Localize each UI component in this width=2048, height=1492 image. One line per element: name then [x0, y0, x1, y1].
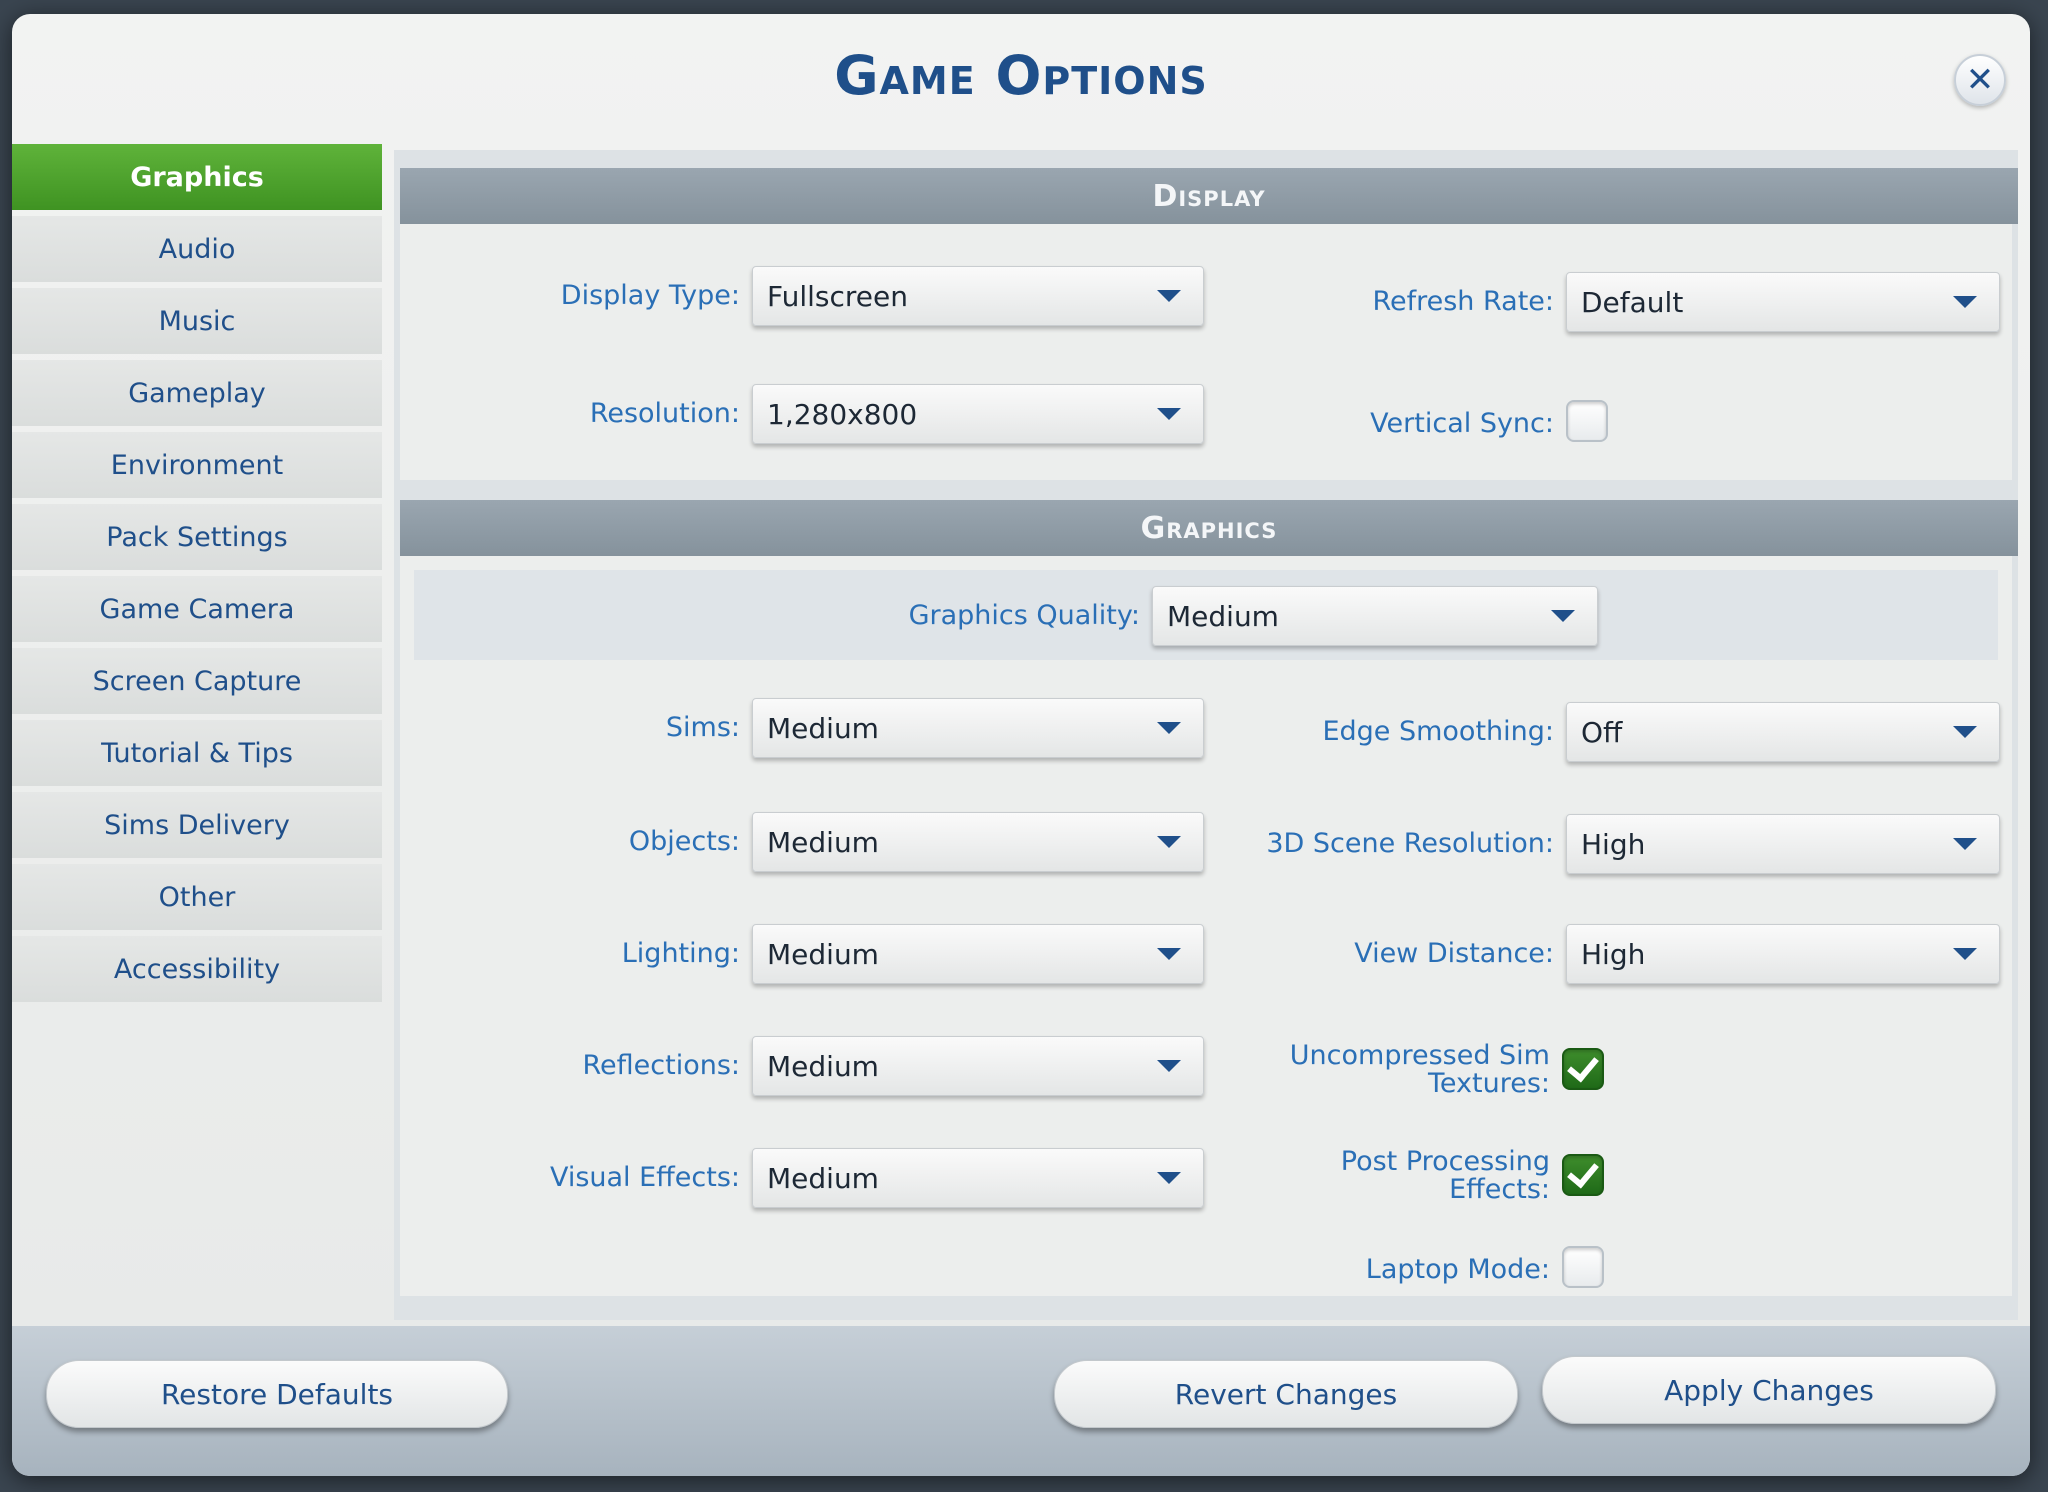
- objects-dropdown[interactable]: Medium: [752, 812, 1204, 872]
- edge-smoothing-value: Off: [1581, 715, 1623, 749]
- chevron-down-icon: [1551, 610, 1575, 622]
- refresh-rate-value: Default: [1581, 285, 1684, 319]
- objects-label: Objects:: [628, 826, 740, 857]
- sidebar-item-pack-settings[interactable]: Pack Settings: [12, 504, 382, 570]
- chevron-down-icon: [1953, 838, 1977, 850]
- checkmark-icon: [1567, 1155, 1599, 1189]
- graphics-quality-label: Graphics Quality:: [908, 600, 1140, 631]
- scene-resolution-value: High: [1581, 827, 1646, 861]
- display-panel: [400, 224, 2012, 480]
- visual-effects-label: Visual Effects:: [549, 1162, 740, 1193]
- visual-effects-dropdown[interactable]: Medium: [752, 1148, 1204, 1208]
- sidebar-item-music[interactable]: Music: [12, 288, 382, 354]
- chevron-down-icon: [1157, 1172, 1181, 1184]
- uncompressed-textures-checkbox[interactable]: [1562, 1048, 1604, 1090]
- objects-value: Medium: [767, 825, 879, 859]
- sidebar-item-other[interactable]: Other: [12, 864, 382, 930]
- sidebar-item-audio[interactable]: Audio: [12, 216, 382, 282]
- chevron-down-icon: [1157, 722, 1181, 734]
- sims-dropdown[interactable]: Medium: [752, 698, 1204, 758]
- lighting-dropdown[interactable]: Medium: [752, 924, 1204, 984]
- apply-changes-button[interactable]: Apply Changes: [1542, 1356, 1996, 1424]
- display-type-dropdown[interactable]: Fullscreen: [752, 266, 1204, 326]
- vertical-sync-checkbox[interactable]: [1566, 400, 1608, 442]
- display-type-label: Display Type:: [560, 280, 740, 311]
- options-sidebar: Graphics Audio Music Gameplay Environmen…: [12, 144, 382, 1008]
- view-distance-dropdown[interactable]: High: [1566, 924, 2000, 984]
- uncompressed-textures-label-line1: Uncompressed Sim: [1289, 1040, 1550, 1071]
- edge-smoothing-dropdown[interactable]: Off: [1566, 702, 2000, 762]
- lighting-value: Medium: [767, 937, 879, 971]
- sims-label: Sims:: [665, 712, 740, 743]
- reflections-value: Medium: [767, 1049, 879, 1083]
- sidebar-item-environment[interactable]: Environment: [12, 432, 382, 498]
- chevron-down-icon: [1953, 296, 1977, 308]
- post-processing-checkbox[interactable]: [1562, 1154, 1604, 1196]
- close-icon: ✕: [1965, 60, 1995, 100]
- sidebar-item-sims-delivery[interactable]: Sims Delivery: [12, 792, 382, 858]
- graphics-section-header: Graphics: [400, 500, 2018, 556]
- laptop-mode-checkbox[interactable]: [1562, 1246, 1604, 1288]
- uncompressed-textures-label-line2: Textures:: [1427, 1068, 1550, 1099]
- post-processing-label: Post Processing Effects:: [1194, 1148, 1550, 1204]
- chevron-down-icon: [1953, 948, 1977, 960]
- resolution-value: 1,280x800: [767, 397, 918, 431]
- chevron-down-icon: [1157, 408, 1181, 420]
- view-distance-label: View Distance:: [1354, 938, 1554, 969]
- edge-smoothing-label: Edge Smoothing:: [1322, 716, 1554, 747]
- scene-resolution-dropdown[interactable]: High: [1566, 814, 2000, 874]
- display-type-value: Fullscreen: [767, 279, 908, 313]
- graphics-quality-value: Medium: [1167, 599, 1279, 633]
- sidebar-item-game-camera[interactable]: Game Camera: [12, 576, 382, 642]
- scene-resolution-label: 3D Scene Resolution:: [1266, 828, 1554, 859]
- dialog-title: Game Options: [834, 44, 1208, 107]
- post-processing-label-line2: Effects:: [1449, 1174, 1550, 1205]
- graphics-quality-dropdown[interactable]: Medium: [1152, 586, 1598, 646]
- laptop-mode-label: Laptop Mode:: [1365, 1254, 1550, 1285]
- sims-value: Medium: [767, 711, 879, 745]
- chevron-down-icon: [1157, 1060, 1181, 1072]
- sidebar-item-accessibility[interactable]: Accessibility: [12, 936, 382, 1002]
- vertical-sync-label: Vertical Sync:: [1370, 408, 1554, 439]
- chevron-down-icon: [1157, 948, 1181, 960]
- resolution-dropdown[interactable]: 1,280x800: [752, 384, 1204, 444]
- reflections-label: Reflections:: [582, 1050, 740, 1081]
- game-options-dialog: Game Options ✕ Graphics Audio Music Game…: [12, 14, 2030, 1476]
- restore-defaults-button[interactable]: Restore Defaults: [46, 1360, 508, 1428]
- revert-changes-button[interactable]: Revert Changes: [1054, 1360, 1518, 1428]
- refresh-rate-label: Refresh Rate:: [1372, 286, 1554, 317]
- post-processing-label-line1: Post Processing: [1340, 1146, 1550, 1177]
- checkmark-icon: [1567, 1049, 1599, 1083]
- chevron-down-icon: [1157, 290, 1181, 302]
- visual-effects-value: Medium: [767, 1161, 879, 1195]
- reflections-dropdown[interactable]: Medium: [752, 1036, 1204, 1096]
- lighting-label: Lighting:: [621, 938, 740, 969]
- uncompressed-textures-label: Uncompressed Sim Textures:: [1194, 1042, 1550, 1098]
- chevron-down-icon: [1953, 726, 1977, 738]
- sidebar-item-gameplay[interactable]: Gameplay: [12, 360, 382, 426]
- close-button[interactable]: ✕: [1954, 54, 2006, 106]
- sidebar-item-tutorial-tips[interactable]: Tutorial & Tips: [12, 720, 382, 786]
- view-distance-value: High: [1581, 937, 1646, 971]
- sidebar-item-graphics[interactable]: Graphics: [12, 144, 382, 210]
- settings-content: Display Display Type: Fullscreen Resolut…: [394, 150, 2018, 1320]
- display-section-header: Display: [400, 168, 2018, 224]
- dialog-footer: Restore Defaults Revert Changes Apply Ch…: [12, 1326, 2030, 1476]
- sidebar-item-screen-capture[interactable]: Screen Capture: [12, 648, 382, 714]
- refresh-rate-dropdown[interactable]: Default: [1566, 272, 2000, 332]
- resolution-label: Resolution:: [589, 398, 740, 429]
